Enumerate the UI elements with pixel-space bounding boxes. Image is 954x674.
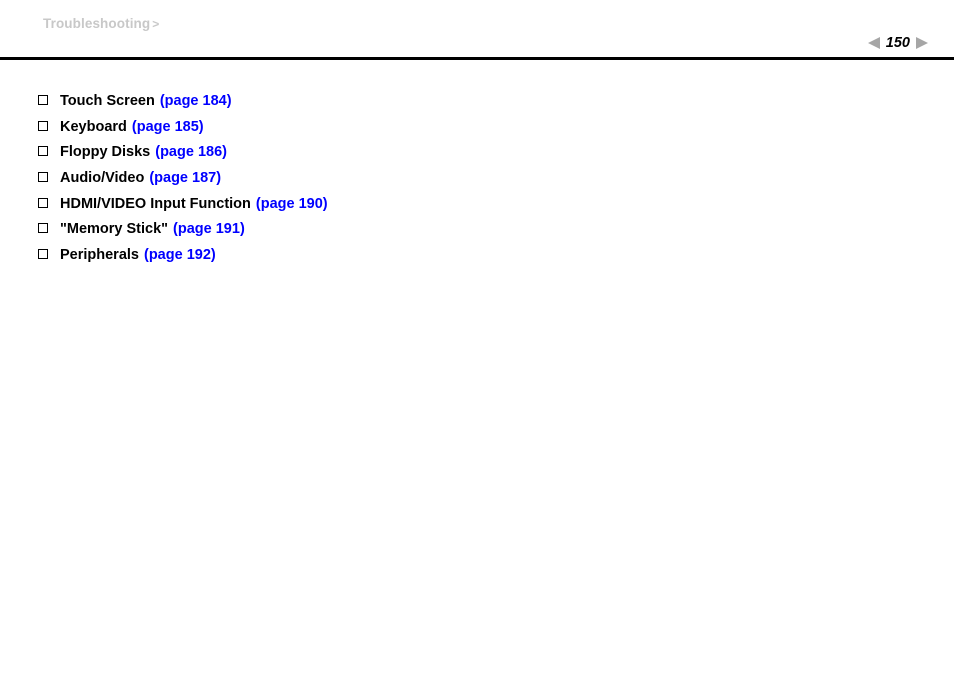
page-number: 150	[885, 34, 910, 51]
list-item-page-link[interactable]: (page 187)	[144, 170, 221, 186]
triangle-left-icon[interactable]	[867, 37, 880, 49]
list-item-page-link[interactable]: (page 192)	[139, 247, 216, 263]
pager: 150	[867, 34, 928, 52]
list-item-label: Audio/Video	[60, 170, 145, 187]
header-divider	[0, 57, 954, 60]
breadcrumb-item-troubleshooting[interactable]: Troubleshooting	[43, 16, 150, 31]
list-item-label: Touch Screen	[60, 93, 155, 109]
list-item-label: Keyboard	[60, 118, 127, 135]
list-item-page-link[interactable]: (page 184)	[155, 93, 232, 109]
hollow-square-icon	[38, 94, 60, 109]
list-item[interactable]: Touch Screen (page 184)	[0, 93, 954, 119]
list-item-page-link[interactable]: (page 191)	[168, 221, 245, 237]
hollow-square-icon	[38, 120, 60, 135]
list-item[interactable]: "Memory Stick" (page 191)	[0, 221, 954, 247]
list-item[interactable]: Peripherals (page 192)	[0, 247, 954, 273]
list-item-page-link[interactable]: (page 190)	[251, 196, 328, 212]
toc-list: Touch Screen (page 184) Keyboard (page 1…	[0, 93, 954, 273]
breadcrumb[interactable]: Troubleshooting >	[43, 16, 159, 31]
hollow-square-icon	[38, 248, 60, 264]
list-item-label: HDMI/VIDEO Input Function	[60, 195, 251, 212]
hollow-square-icon	[38, 171, 60, 187]
list-item-label: Floppy Disks	[60, 144, 151, 161]
list-item-page-link[interactable]: (page 186)	[150, 144, 227, 160]
triangle-right-icon[interactable]	[916, 37, 928, 49]
list-item[interactable]: Audio/Video (page 187)	[0, 170, 954, 196]
list-item[interactable]: Floppy Disks (page 186)	[0, 144, 954, 170]
list-item-label: "Memory Stick"	[60, 221, 169, 238]
breadcrumb-separator: >	[152, 17, 160, 31]
hollow-square-icon	[38, 197, 60, 212]
list-item[interactable]: HDMI/VIDEO Input Function (page 190)	[0, 196, 954, 222]
hollow-square-icon	[38, 145, 60, 161]
hollow-square-icon	[38, 222, 60, 238]
list-item-label: Peripherals	[60, 247, 139, 264]
list-item[interactable]: Keyboard (page 185)	[0, 119, 954, 145]
list-item-page-link[interactable]: (page 185)	[127, 119, 204, 135]
page-header: Troubleshooting > 150	[0, 0, 954, 60]
